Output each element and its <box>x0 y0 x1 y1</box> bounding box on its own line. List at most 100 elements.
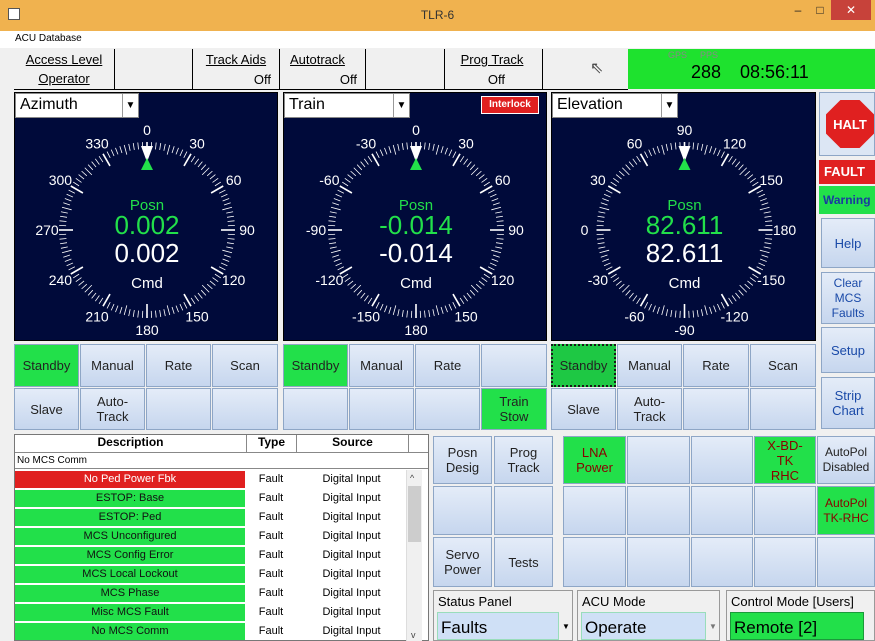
el-empty-button[interactable] <box>750 388 816 430</box>
track-aids-button[interactable]: Track Aids Off <box>196 49 276 89</box>
empty-func-button[interactable] <box>494 486 553 535</box>
rf-empty-button[interactable] <box>563 486 626 535</box>
table-row[interactable]: No Ped Power Fbk Fault Digital Input <box>15 471 406 488</box>
el-autotrack-button[interactable]: Auto-Track <box>617 388 682 430</box>
tr-empty-button[interactable] <box>415 388 480 430</box>
cell-source: Digital Input <box>297 568 406 580</box>
el-slave-button[interactable]: Slave <box>551 388 616 430</box>
az-slave-button[interactable]: Slave <box>14 388 79 430</box>
autopol-tk-rhc-button[interactable]: AutoPol TK-RHC <box>817 486 875 535</box>
az-rate-button[interactable]: Rate <box>146 344 211 387</box>
scroll-down-icon[interactable]: v <box>411 630 416 640</box>
col-description[interactable]: Description <box>15 435 247 452</box>
axis-select-train[interactable]: Train ▼ <box>284 93 410 118</box>
autopol-disabled-button[interactable]: AutoPol Disabled <box>817 436 875 484</box>
dial-tick-label: 30 <box>458 135 474 151</box>
strip-chart-button[interactable]: Strip Chart <box>821 377 875 429</box>
interlock-badge[interactable]: Interlock <box>481 96 539 114</box>
maximize-button[interactable]: □ <box>809 0 831 20</box>
rf-empty-button[interactable] <box>563 537 626 587</box>
halt-button[interactable]: HALT <box>819 92 875 156</box>
train-stow-button[interactable]: Train Stow <box>481 388 547 430</box>
dial-tick <box>392 144 397 155</box>
status-panel-select[interactable]: Status Panel Faults ▼ <box>433 590 573 641</box>
table-row[interactable]: Misc MCS Fault Fault Digital Input <box>15 604 406 621</box>
rf-empty-button[interactable] <box>691 537 753 587</box>
dial-tick <box>223 254 231 258</box>
cmd-label: Cmd <box>400 275 432 292</box>
empty-func-button[interactable] <box>433 486 492 535</box>
tr-empty-button[interactable] <box>349 388 414 430</box>
tr-rate-button[interactable]: Rate <box>415 344 480 387</box>
minimize-button[interactable]: – <box>787 0 809 20</box>
dial-tick <box>470 167 479 176</box>
close-button[interactable]: ✕ <box>831 0 871 20</box>
el-scan-button[interactable]: Scan <box>750 344 816 387</box>
rf-empty-button[interactable] <box>627 486 690 535</box>
table-row[interactable]: ESTOP: Ped Fault Digital Input <box>15 509 406 526</box>
dial-tick <box>166 305 171 316</box>
el-manual-button[interactable]: Manual <box>617 344 682 387</box>
servo-power-button[interactable]: Servo Power <box>433 537 492 587</box>
prog-track-button[interactable]: Prog Track Off <box>449 49 535 89</box>
dial-tick <box>692 310 695 318</box>
table-scrollbar[interactable]: ^ v <box>406 470 422 641</box>
lna-power-button[interactable]: LNA Power <box>563 436 626 484</box>
acu-mode-select[interactable]: ACU Mode Operate ▼ <box>577 590 720 641</box>
axis-select-azimuth[interactable]: Azimuth ▼ <box>15 93 139 118</box>
clear-mcs-faults-button[interactable]: Clear MCS Faults <box>821 272 875 324</box>
rf-empty-button[interactable] <box>754 537 816 587</box>
help-button[interactable]: Help <box>821 218 875 268</box>
table-row[interactable]: MCS Config Error Fault Digital Input <box>15 547 406 564</box>
cell-source: Digital Input <box>297 530 406 542</box>
rf-empty-button[interactable] <box>627 436 690 484</box>
cell-source: Digital Input <box>297 587 406 599</box>
dial-tick <box>495 246 503 249</box>
az-standby-button[interactable]: Standby <box>14 344 79 387</box>
rf-empty-button[interactable] <box>691 486 753 535</box>
dial-tick <box>496 220 504 222</box>
tr-empty-button[interactable] <box>481 344 547 387</box>
dial-tick <box>670 309 673 317</box>
x-bd-tk-rhc-button[interactable]: X-BD-TK RHC <box>754 436 816 484</box>
autotrack-button[interactable]: Autotrack Off <box>282 49 362 89</box>
scroll-up-icon[interactable]: ^ <box>410 473 414 483</box>
table-row[interactable]: MCS Local Lockout Fault Digital Input <box>15 566 406 583</box>
posn-desig-button[interactable]: Posn Desig <box>433 436 492 484</box>
table-row[interactable]: MCS Phase Fault Digital Input <box>15 585 406 602</box>
tr-manual-button[interactable]: Manual <box>349 344 414 387</box>
col-source[interactable]: Source <box>297 435 409 452</box>
menu-acu-database[interactable]: ACU Database <box>15 33 82 44</box>
table-row[interactable]: ESTOP: Base Fault Digital Input <box>15 490 406 507</box>
rf-empty-button[interactable] <box>817 537 875 587</box>
el-rate-button[interactable]: Rate <box>683 344 749 387</box>
table-row[interactable]: No MCS Comm Fault Digital Input <box>15 623 406 640</box>
az-autotrack-button[interactable]: Auto-Track <box>80 388 145 430</box>
control-mode-select[interactable]: Control Mode [Users] Remote [2] <box>726 590 875 641</box>
dial-tick <box>344 277 351 283</box>
scroll-thumb[interactable] <box>408 486 421 542</box>
dial-tick <box>648 149 652 157</box>
az-manual-button[interactable]: Manual <box>80 344 145 387</box>
az-scan-button[interactable]: Scan <box>212 344 278 387</box>
axis-select-elevation[interactable]: Elevation ▼ <box>552 93 678 118</box>
rf-empty-button[interactable] <box>627 537 690 587</box>
setup-button[interactable]: Setup <box>821 327 875 373</box>
cell-type: Fault <box>247 568 295 580</box>
rf-empty-button[interactable] <box>691 436 753 484</box>
dial-tick <box>428 309 431 317</box>
rf-empty-button[interactable] <box>754 486 816 535</box>
tr-standby-button[interactable]: Standby <box>283 344 348 387</box>
prog-track-func-button[interactable]: Prog Track <box>494 436 553 484</box>
tr-empty-button[interactable] <box>283 388 348 430</box>
el-standby-button[interactable]: Standby <box>551 344 616 387</box>
el-empty-button[interactable] <box>683 388 749 430</box>
az-empty-button[interactable] <box>146 388 211 430</box>
az-empty-button[interactable] <box>212 388 278 430</box>
tests-button[interactable]: Tests <box>494 537 553 587</box>
dial-tick <box>123 305 128 316</box>
access-level-button[interactable]: Access Level Operator <box>14 49 114 89</box>
col-type[interactable]: Type <box>247 435 297 452</box>
table-row[interactable]: MCS Unconfigured Fault Digital Input <box>15 528 406 545</box>
dial-tick <box>487 189 495 194</box>
